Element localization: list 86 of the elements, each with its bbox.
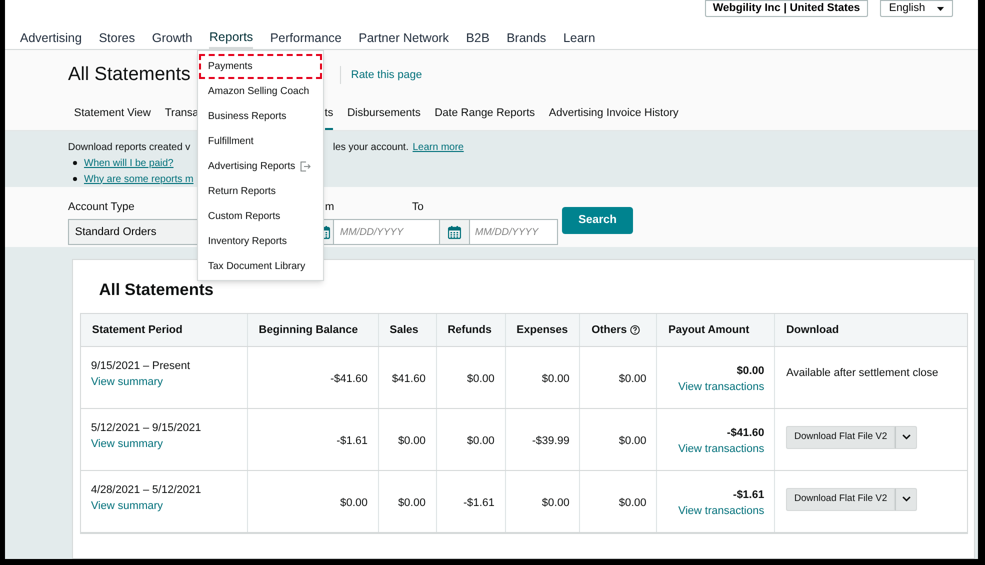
table-cell-text: $0.00 — [736, 364, 764, 379]
table-cell-text: Available after settlement close — [786, 366, 938, 381]
menu-item[interactable]: Fulfillment — [199, 129, 322, 154]
nav-item[interactable]: Stores — [98, 29, 135, 48]
menu-item[interactable]: Amazon Selling Coach — [199, 79, 322, 104]
download-button[interactable]: Download Flat File V2 — [786, 488, 896, 511]
menu-item[interactable]: Advertising Reports — [199, 154, 322, 179]
table-cell-text: $0.00 — [467, 372, 495, 386]
bullet-icon — [73, 161, 77, 166]
view-summary-link[interactable]: View summary — [91, 374, 237, 391]
table-cell-text: 9/15/2021 – Present — [91, 358, 192, 374]
nav-item[interactable]: Performance — [270, 29, 342, 48]
download-options-button[interactable] — [895, 488, 918, 511]
caret-icon — [937, 6, 944, 10]
statements-title: All Statements — [98, 280, 215, 301]
table-cell-text: $0.00 — [467, 434, 495, 448]
table-cell-text: $0.00 — [618, 372, 646, 386]
view-transactions-link[interactable]: View transactions — [678, 379, 764, 396]
table-cell-text: -$39.99 — [532, 434, 570, 448]
table-cell-text: $0.00 — [618, 434, 646, 448]
menu-item[interactable]: Business Reports — [199, 104, 322, 129]
nav-item[interactable]: Brands — [506, 29, 546, 48]
learn-more-link[interactable]: Learn more — [412, 140, 464, 155]
column-header: Download — [786, 322, 839, 338]
table-cell-text: $0.00 — [398, 496, 426, 510]
download-button[interactable]: Download Flat File V2 — [786, 426, 896, 449]
nav-item[interactable]: Growth — [152, 29, 192, 48]
menu-item[interactable]: Return Reports — [199, 179, 322, 204]
view-transactions-link[interactable]: View transactions — [678, 503, 764, 520]
table-cell-text: $0.00 — [542, 496, 570, 510]
column-header: Sales — [390, 322, 418, 338]
calendar-icon — [448, 226, 461, 239]
page-title: All Statements — [68, 62, 192, 87]
table-cell-text: $0.00 — [618, 496, 646, 510]
calendar-button[interactable] — [440, 219, 470, 246]
banner-text: les your account. — [333, 140, 409, 155]
table-cell-text: $0.00 — [542, 372, 570, 386]
to-date-field[interactable]: MM/DD/YYYY — [470, 219, 558, 246]
account-selector[interactable]: Webgility Inc | United States — [704, 0, 868, 17]
tab[interactable]: Advertising Invoice History — [548, 105, 678, 130]
search-button[interactable]: Search — [562, 207, 633, 234]
column-header: Statement Period — [92, 322, 182, 338]
nav-item[interactable]: Partner Network — [358, 29, 449, 48]
menu-item[interactable]: Inventory Reports — [199, 229, 322, 254]
bullet-icon — [73, 177, 77, 182]
menu-item[interactable]: Custom Reports — [199, 204, 322, 229]
table-cell-text: $0.00 — [398, 434, 426, 448]
help-link[interactable]: Why are some reports m — [84, 172, 194, 187]
table-cell-text: -$41.60 — [726, 426, 764, 441]
download-options-button[interactable] — [895, 426, 918, 449]
view-summary-link[interactable]: View summary — [91, 436, 237, 453]
table-cell-text: -$1.61 — [336, 434, 368, 448]
tab[interactable]: Statement View — [74, 105, 151, 130]
table-cell-text: -$1.61 — [733, 488, 764, 503]
account-type-select[interactable]: Standard Orders — [68, 219, 198, 246]
column-header: Beginning Balance — [258, 322, 358, 338]
nav-item[interactable]: Advertising — [20, 29, 82, 48]
table-cell-text: 5/12/2021 – 9/15/2021 — [91, 420, 202, 436]
nav-item[interactable]: B2B — [466, 29, 490, 48]
banner-text: Download reports created v — [68, 140, 192, 155]
to-label: To — [412, 200, 425, 215]
table-cell-text: $41.60 — [392, 372, 426, 386]
table-cell-text: $0.00 — [340, 496, 368, 510]
table-cell-text: -$41.60 — [330, 372, 368, 386]
menu-item[interactable]: Payments — [199, 54, 322, 79]
rate-page-link[interactable]: Rate this page — [351, 66, 422, 84]
menu-item[interactable]: Tax Document Library — [199, 254, 322, 279]
column-header: Refunds — [448, 322, 492, 338]
language-select[interactable]: English — [880, 0, 953, 17]
chevron-down-icon — [902, 434, 911, 440]
column-header: Payout Amount — [668, 322, 750, 338]
view-transactions-link[interactable]: View transactions — [678, 441, 764, 458]
column-header: Expenses — [516, 322, 568, 338]
nav-item[interactable]: Learn — [563, 29, 596, 48]
from-label: m — [324, 200, 334, 215]
from-date-field[interactable]: MM/DD/YYYY — [334, 219, 440, 246]
chevron-down-icon — [902, 496, 911, 502]
help-icon — [630, 324, 640, 335]
table-cell-text: 4/28/2021 – 5/12/2021 — [91, 482, 202, 498]
view-summary-link[interactable]: View summary — [91, 498, 237, 515]
account-type-label: Account Type — [68, 200, 136, 215]
table-cell-text: -$1.61 — [463, 496, 495, 510]
tab[interactable]: Date Range Reports — [434, 105, 535, 130]
column-header: Others — [591, 322, 627, 338]
tab[interactable]: Disbursements — [347, 105, 421, 130]
help-link[interactable]: When will I be paid? — [84, 156, 174, 171]
